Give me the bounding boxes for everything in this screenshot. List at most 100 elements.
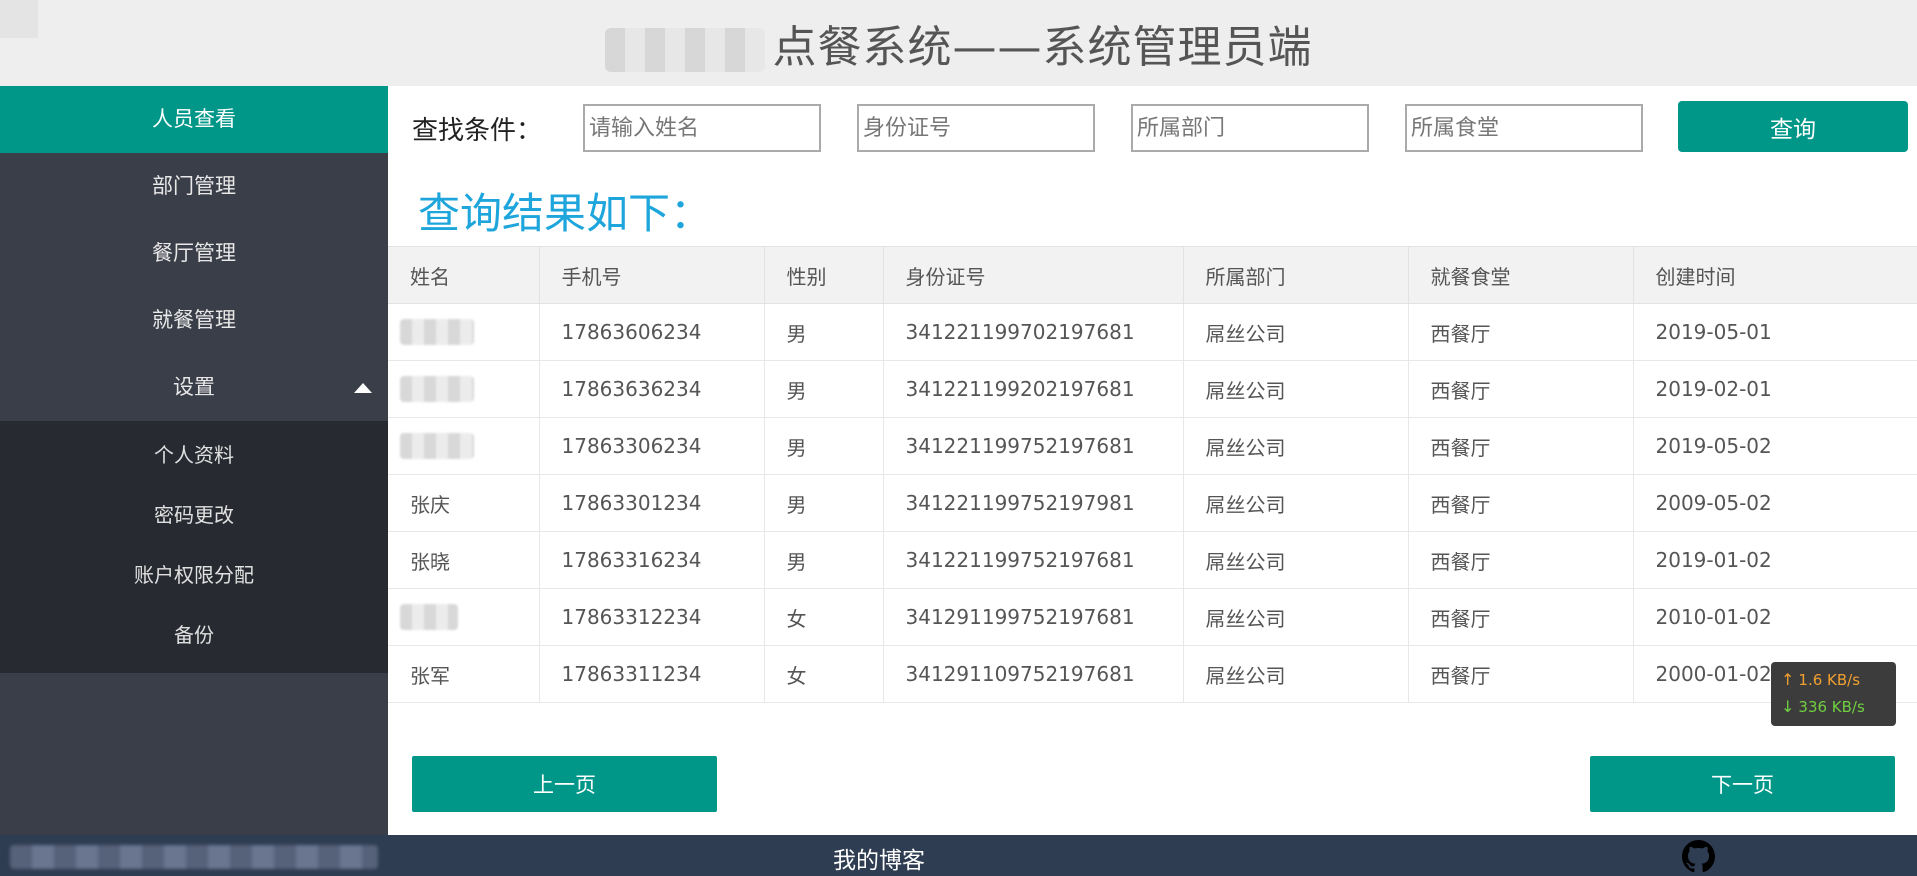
cell-canteen: 西餐厅 (1408, 645, 1634, 703)
table-row: 17863606234 男 341221199702197681 屌丝公司 西餐… (388, 303, 1917, 361)
upload-speed-value: 1.6 KB/s (1798, 671, 1861, 689)
cell-canteen: 西餐厅 (1408, 417, 1634, 475)
cell-phone: 17863306234 (539, 417, 765, 475)
submenu-item-label: 个人资料 (154, 443, 234, 467)
column-header-phone: 手机号 (539, 246, 765, 304)
cell-gender: 男 (764, 474, 884, 532)
id-number-search-input[interactable] (857, 104, 1095, 152)
cell-name: 张军 (388, 645, 540, 703)
cell-phone: 17863606234 (539, 303, 765, 361)
submenu-item-backup[interactable]: 备份 (0, 605, 388, 665)
sidebar-item-settings[interactable]: 设置 (0, 354, 388, 421)
previous-page-button[interactable]: 上一页 (412, 756, 717, 812)
cell-id-number: 341221199752197681 (883, 417, 1184, 475)
submenu-item-change-password[interactable]: 密码更改 (0, 485, 388, 545)
query-button[interactable]: 查询 (1678, 101, 1908, 152)
sidebar-item-label: 餐厅管理 (152, 241, 236, 265)
submenu-item-label: 备份 (174, 623, 214, 647)
cell-department: 屌丝公司 (1183, 645, 1409, 703)
cell-id-number: 341221199202197681 (883, 360, 1184, 418)
cell-gender: 男 (764, 360, 884, 418)
submenu-item-account-permissions[interactable]: 账户权限分配 (0, 545, 388, 605)
cell-department: 屌丝公司 (1183, 360, 1409, 418)
cell-name (388, 417, 540, 475)
cell-phone: 17863316234 (539, 531, 765, 589)
download-speed: ↓ 336 KB/s (1781, 695, 1896, 719)
network-speed-widget[interactable]: ↑ 1.6 KB/s ↓ 336 KB/s (1771, 662, 1896, 726)
page-title-text: 点餐系统——系统管理员端 (772, 22, 1313, 73)
cell-phone: 17863301234 (539, 474, 765, 532)
cell-id-number: 341221199752197981 (883, 474, 1184, 532)
sidebar-item-dining-management[interactable]: 就餐管理 (0, 287, 388, 354)
page-title: 点餐系统——系统管理员端 (0, 0, 1917, 86)
cell-name: 张庆 (388, 474, 540, 532)
sidebar-item-label: 部门管理 (152, 174, 236, 198)
department-search-input[interactable] (1131, 104, 1369, 152)
cell-phone: 17863312234 (539, 588, 765, 646)
my-blog-link[interactable]: 我的博客 (833, 841, 925, 875)
table-row: 张军 17863311234 女 341291109752197681 屌丝公司… (388, 645, 1917, 703)
app-header: 点餐系统——系统管理员端 (0, 0, 1917, 86)
sidebar-item-label: 设置 (173, 375, 215, 399)
redacted-name (400, 319, 474, 346)
redacted-name (400, 376, 474, 403)
caret-up-icon (354, 383, 372, 393)
name-search-input[interactable] (583, 104, 821, 152)
results-heading: 查询结果如下： (418, 189, 713, 238)
cell-created-time: 2019-01-02 (1633, 531, 1917, 589)
footer: 我的博客 (0, 835, 1917, 876)
github-icon[interactable] (1682, 840, 1715, 873)
canteen-search-input[interactable] (1405, 104, 1643, 152)
cell-gender: 男 (764, 531, 884, 589)
next-page-button[interactable]: 下一页 (1590, 756, 1895, 812)
table-row: 17863306234 男 341221199752197681 屌丝公司 西餐… (388, 417, 1917, 475)
cell-department: 屌丝公司 (1183, 474, 1409, 532)
results-table: 姓名 手机号 性别 身份证号 所属部门 就餐食堂 创建时间 1786360623… (388, 246, 1917, 703)
redacted-footer-text (10, 845, 378, 869)
sidebar-item-personnel-view[interactable]: 人员查看 (0, 86, 388, 153)
cell-created-time: 2010-01-02 (1633, 588, 1917, 646)
sidebar: 人员查看 部门管理 餐厅管理 就餐管理 设置 个人资料 密码更改 账户权限分配 … (0, 86, 388, 835)
cell-canteen: 西餐厅 (1408, 303, 1634, 361)
cell-name (388, 588, 540, 646)
table-row: 张晓 17863316234 男 341221199752197681 屌丝公司… (388, 531, 1917, 589)
main-content: 查找条件： 查询 查询结果如下： 姓名 手机号 性别 身份证号 所属部门 就餐食… (388, 86, 1917, 835)
sidebar-item-label: 就餐管理 (152, 308, 236, 332)
column-header-department: 所属部门 (1183, 246, 1409, 304)
cell-canteen: 西餐厅 (1408, 531, 1634, 589)
cell-phone: 17863636234 (539, 360, 765, 418)
cell-id-number: 341221199752197681 (883, 531, 1184, 589)
column-header-name: 姓名 (388, 246, 540, 304)
cell-id-number: 341291199752197681 (883, 588, 1184, 646)
cell-department: 屌丝公司 (1183, 588, 1409, 646)
table-row: 17863312234 女 341291199752197681 屌丝公司 西餐… (388, 588, 1917, 646)
redacted-name (400, 433, 474, 460)
arrow-down-icon: ↓ (1781, 697, 1795, 716)
sidebar-item-restaurant-management[interactable]: 餐厅管理 (0, 220, 388, 287)
cell-gender: 女 (764, 645, 884, 703)
sidebar-item-label: 人员查看 (152, 107, 236, 131)
cell-phone: 17863311234 (539, 645, 765, 703)
redacted-name (400, 604, 458, 631)
search-condition-label: 查找条件： (412, 116, 543, 146)
cell-department: 屌丝公司 (1183, 531, 1409, 589)
sidebar-item-department-management[interactable]: 部门管理 (0, 153, 388, 220)
cell-id-number: 341221199702197681 (883, 303, 1184, 361)
download-speed-value: 336 KB/s (1798, 698, 1865, 716)
table-header-row: 姓名 手机号 性别 身份证号 所属部门 就餐食堂 创建时间 (388, 246, 1917, 304)
cell-canteen: 西餐厅 (1408, 588, 1634, 646)
table-row: 张庆 17863301234 男 341221199752197981 屌丝公司… (388, 474, 1917, 532)
cell-gender: 男 (764, 303, 884, 361)
column-header-id-number: 身份证号 (883, 246, 1184, 304)
cell-department: 屌丝公司 (1183, 417, 1409, 475)
submenu-item-label: 密码更改 (154, 503, 234, 527)
submenu-item-label: 账户权限分配 (134, 563, 254, 587)
cell-department: 屌丝公司 (1183, 303, 1409, 361)
cell-id-number: 341291109752197681 (883, 645, 1184, 703)
redacted-title-prefix (604, 28, 765, 72)
cell-canteen: 西餐厅 (1408, 474, 1634, 532)
cell-name (388, 303, 540, 361)
table-row: 17863636234 男 341221199202197681 屌丝公司 西餐… (388, 360, 1917, 418)
settings-submenu: 个人资料 密码更改 账户权限分配 备份 (0, 421, 388, 673)
submenu-item-profile[interactable]: 个人资料 (0, 425, 388, 485)
